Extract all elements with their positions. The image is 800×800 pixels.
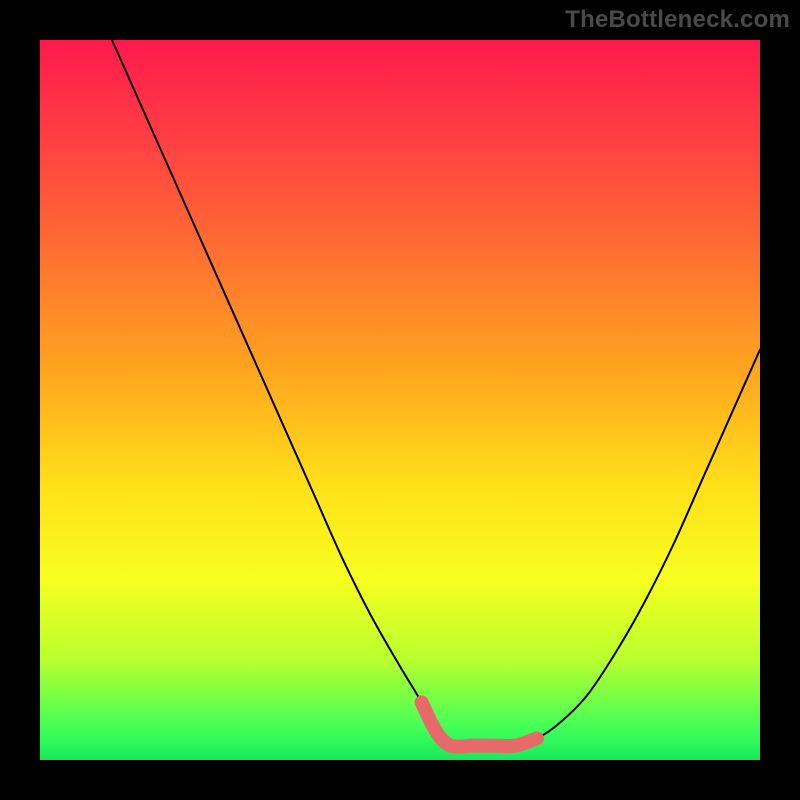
bottleneck-plateau-highlight: [422, 702, 537, 746]
watermark-text: TheBottleneck.com: [565, 6, 790, 34]
bottleneck-curve-line: [112, 40, 760, 747]
chart-frame: TheBottleneck.com: [0, 0, 800, 800]
bottleneck-curve-svg: [40, 40, 760, 760]
